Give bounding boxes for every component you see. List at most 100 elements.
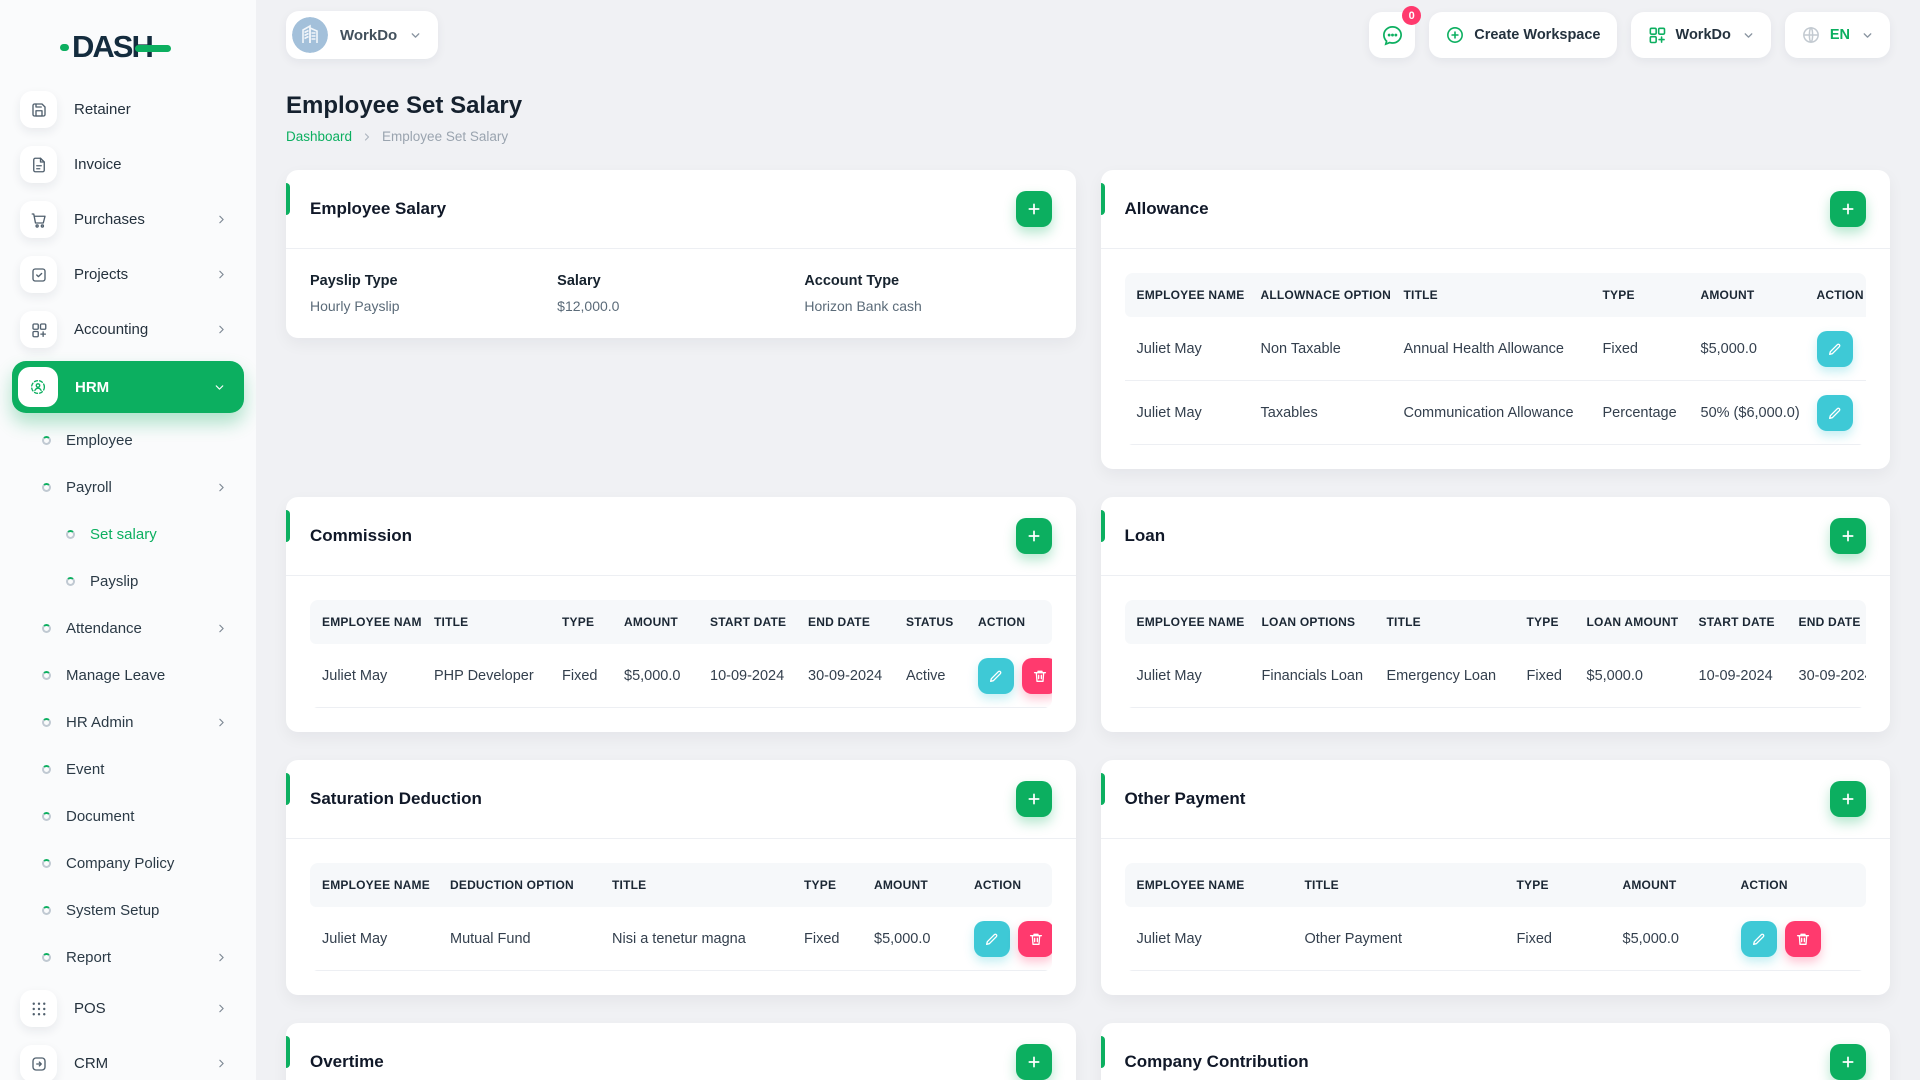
check-square-icon: [20, 256, 57, 293]
column-header: ACTION: [1728, 863, 1866, 907]
sidebar-item-employee[interactable]: Employee: [0, 417, 256, 464]
table-cell: $5,000.0: [1574, 644, 1687, 708]
add-overtime-button[interactable]: [1015, 1044, 1052, 1080]
add-employee-salary-button[interactable]: [1015, 191, 1052, 227]
sidebar-item-document[interactable]: Document: [0, 793, 256, 840]
card-title: Commission: [310, 526, 413, 545]
card-title: Overtime: [310, 1052, 384, 1071]
breadcrumb-dashboard-link[interactable]: Dashboard: [286, 129, 352, 144]
column-header: TYPE: [550, 600, 612, 644]
sidebar-item-label: POS: [74, 1000, 106, 1017]
column-header: TITLE: [1292, 863, 1505, 907]
add-commission-button[interactable]: [1015, 518, 1052, 554]
sidebar-item-label: HR Admin: [66, 714, 134, 731]
sidebar-item-set-salary[interactable]: Set salary: [0, 511, 256, 558]
edit-button[interactable]: [978, 657, 1014, 694]
table-cell: $5,000.0: [612, 644, 698, 708]
sidebar-item-purchases[interactable]: Purchases: [0, 192, 256, 247]
file-invoice-icon: [20, 146, 57, 183]
card-header: Employee Salary: [286, 170, 1076, 249]
edit-button[interactable]: [1816, 394, 1853, 431]
sidebar-item-manage-leave[interactable]: Manage Leave: [0, 652, 256, 699]
sidebar: DASH Retainer Invoice Purchases Projects Acc…: [0, 0, 256, 1080]
table-cell: $5,000.0: [862, 907, 962, 971]
sidebar-item-hrm[interactable]: HRM: [12, 361, 244, 413]
edit-button[interactable]: [1816, 330, 1853, 367]
card-title: Loan: [1124, 526, 1166, 545]
sidebar-item-crm[interactable]: CRM: [0, 1036, 256, 1080]
table-cell: Non Taxable: [1248, 317, 1392, 381]
add-other-payment-button[interactable]: [1830, 781, 1866, 817]
sidebar-item-label: Manage Leave: [66, 667, 166, 684]
card-allowance: Allowance EMPLOYEE NAME ALLOWNACE OPTION T…: [1100, 170, 1890, 469]
table-cell: Fixed: [1514, 644, 1575, 708]
chevron-down-icon: [1742, 29, 1755, 42]
table-cell: Percentage: [1590, 381, 1689, 445]
chat-square-icon: [20, 1045, 57, 1080]
delete-button[interactable]: [1018, 920, 1052, 957]
edit-button[interactable]: [974, 920, 1010, 957]
sidebar-item-invoice[interactable]: Invoice: [0, 137, 256, 192]
plus-icon: [1842, 203, 1854, 215]
table-row: Juliet May PHP Developer Fixed $5,000.0 10-0…: [310, 644, 1052, 708]
bullet-icon: [42, 624, 51, 633]
create-workspace-button[interactable]: Create Workspace: [1429, 12, 1617, 58]
actions-cell: [966, 644, 1052, 708]
hrm-icon: [18, 367, 58, 407]
page-content: Employee Set Salary Dashboard Employee S…: [256, 70, 1920, 1080]
messages-button[interactable]: 0: [1369, 6, 1422, 58]
chevron-right-icon: [215, 622, 228, 635]
bullet-icon: [66, 530, 75, 539]
bullet-icon: [42, 483, 51, 492]
column-header: START DATE: [698, 600, 796, 644]
column-header: TITLE: [422, 600, 550, 644]
sidebar-item-hr-admin[interactable]: HR Admin: [0, 699, 256, 746]
table-cell: $5,000.0: [1610, 907, 1729, 971]
sidebar-nav: Retainer Invoice Purchases Projects Accounti…: [0, 82, 256, 1080]
column-header: START DATE: [1686, 600, 1787, 644]
field-value: Horizon Bank cash: [804, 298, 922, 314]
sidebar-item-label: Attendance: [66, 620, 142, 637]
sidebar-item-label: Company Policy: [66, 855, 175, 872]
sidebar-item-accounting[interactable]: Accounting: [0, 302, 256, 357]
sidebar-item-retainer[interactable]: Retainer: [0, 82, 256, 137]
delete-button[interactable]: [1022, 657, 1052, 694]
workspace-selector[interactable]: WorkDo: [286, 11, 439, 59]
table-cell: Nisi a tenetur magna: [600, 907, 792, 971]
brand-logo[interactable]: DASH: [0, 22, 256, 72]
table-cell: Other Payment: [1292, 907, 1505, 971]
add-company-contribution-button[interactable]: [1830, 1044, 1866, 1080]
add-allowance-button[interactable]: [1830, 191, 1866, 227]
grid-plus-icon: [1649, 27, 1665, 44]
table-cell: Fixed: [550, 644, 612, 708]
add-loan-button[interactable]: [1830, 518, 1866, 554]
sidebar-item-event[interactable]: Event: [0, 746, 256, 793]
column-header: EMPLOYEE NAME: [1124, 863, 1293, 907]
sidebar-item-payroll[interactable]: Payroll: [0, 464, 256, 511]
delete-button[interactable]: [1784, 920, 1821, 957]
chevron-right-icon: [215, 951, 228, 964]
edit-button[interactable]: [1740, 920, 1777, 957]
breadcrumb-current: Employee Set Salary: [382, 129, 509, 144]
card-title: Company Contribution: [1124, 1052, 1309, 1071]
card-title: Other Payment: [1124, 789, 1246, 808]
plus-circle-icon: [1447, 27, 1464, 43]
column-header: TITLE: [1391, 273, 1591, 317]
add-saturation-deduction-button[interactable]: [1015, 781, 1052, 817]
bullet-icon: [42, 953, 51, 962]
language-selector[interactable]: EN: [1784, 12, 1890, 58]
sidebar-item-report[interactable]: Report: [0, 934, 256, 981]
sidebar-item-pos[interactable]: POS: [0, 981, 256, 1036]
sidebar-item-attendance[interactable]: Attendance: [0, 605, 256, 652]
column-header: DEDUCTION OPTION: [438, 863, 600, 907]
actions-cell: [1804, 317, 1866, 381]
actions-cell: [962, 907, 1052, 971]
column-header: AMOUNT: [862, 863, 962, 907]
workdo-menu-button[interactable]: WorkDo: [1630, 12, 1771, 58]
sidebar-item-payslip[interactable]: Payslip: [0, 558, 256, 605]
sidebar-item-projects[interactable]: Projects: [0, 247, 256, 302]
sidebar-item-system-setup[interactable]: System Setup: [0, 887, 256, 934]
table-cell: 10-09-2024: [698, 644, 796, 708]
sidebar-item-company-policy[interactable]: Company Policy: [0, 840, 256, 887]
column-header: ACTION: [1804, 273, 1866, 317]
